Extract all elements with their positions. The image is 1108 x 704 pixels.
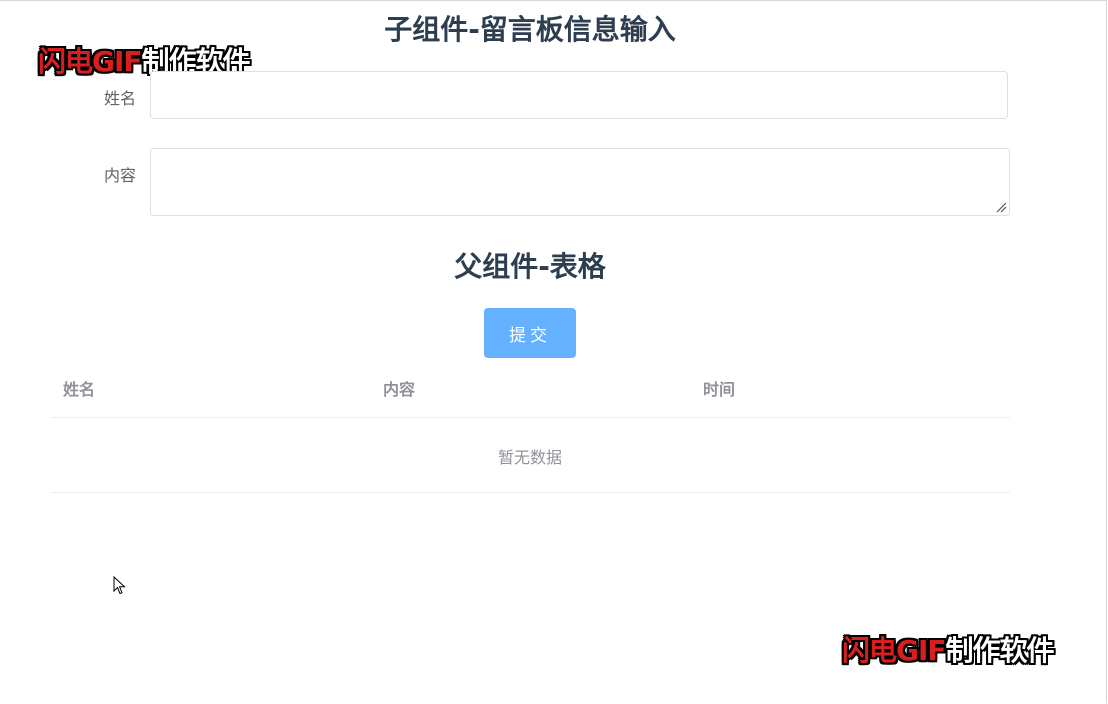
table-header-divider [50,417,1010,418]
watermark-suffix: 制作软件 [945,634,1055,667]
table-bottom-divider [50,492,1010,493]
watermark-brand: 闪电GIF [842,634,947,667]
content-textarea[interactable] [150,148,1010,216]
watermark-brand: 闪电GIF [38,45,143,78]
mouse-pointer-icon [113,576,126,595]
table-empty-text: 暂无数据 [497,448,562,467]
watermark-bottom: 闪电GIF制作软件 [842,629,1055,669]
submit-button[interactable]: 提交 [484,308,576,358]
column-header-content[interactable]: 内容 [383,376,415,400]
content-label: 内容 [103,166,136,185]
resize-grip-icon[interactable] [995,201,1007,213]
name-label: 姓名 [103,89,136,108]
parent-section-title: 父组件-表格 [454,250,606,283]
name-input[interactable] [150,71,1008,119]
column-header-name[interactable]: 姓名 [63,376,95,400]
column-header-time[interactable]: 时间 [703,376,735,400]
